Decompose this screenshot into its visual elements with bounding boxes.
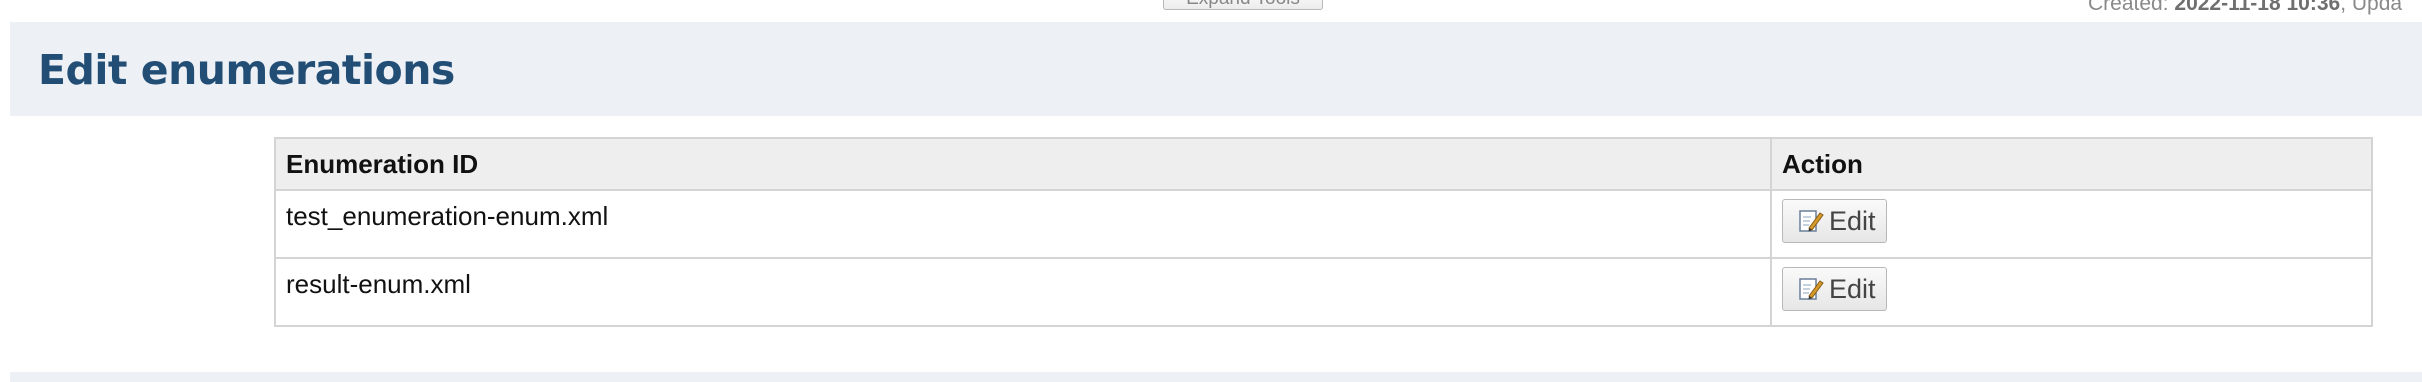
edit-button[interactable]: Edit — [1782, 267, 1887, 311]
page-title: Edit enumerations — [38, 46, 455, 94]
page: Expand Tools Created: 2022-11-18 10:36, … — [0, 0, 2422, 382]
created-value: 2022-11-18 10:36 — [2174, 0, 2341, 15]
page-header: Edit enumerations — [10, 22, 2422, 116]
edit-button-label: Edit — [1829, 205, 1876, 236]
edit-button[interactable]: Edit — [1782, 199, 1887, 243]
table-row: result-enum.xml Edit — [274, 257, 2373, 327]
top-strip: Expand Tools Created: 2022-11-18 10:36, … — [0, 0, 2422, 22]
column-header-action: Action — [1770, 137, 2373, 191]
action-cell: Edit — [1770, 257, 2373, 327]
footer-band — [10, 372, 2422, 382]
edit-pencil-icon — [1799, 210, 1824, 232]
created-meta: Created: 2022-11-18 10:36, Upda — [2088, 0, 2402, 16]
enumeration-id-cell: test_enumeration-enum.xml — [274, 189, 1772, 259]
action-cell: Edit — [1770, 189, 2373, 259]
updated-label: , Upda — [2340, 0, 2403, 15]
edit-pencil-icon — [1799, 278, 1824, 300]
created-label: Created: — [2088, 0, 2175, 15]
table-header-row: Enumeration ID Action — [274, 137, 2373, 191]
expand-tools-button[interactable]: Expand Tools — [1163, 0, 1323, 10]
enumeration-id-cell: result-enum.xml — [274, 257, 1772, 327]
column-header-enumeration-id: Enumeration ID — [274, 137, 1772, 191]
enumerations-table: Enumeration ID Action test_enumeration-e… — [274, 137, 2373, 327]
edit-button-label: Edit — [1829, 273, 1876, 304]
table-row: test_enumeration-enum.xml Edit — [274, 189, 2373, 259]
